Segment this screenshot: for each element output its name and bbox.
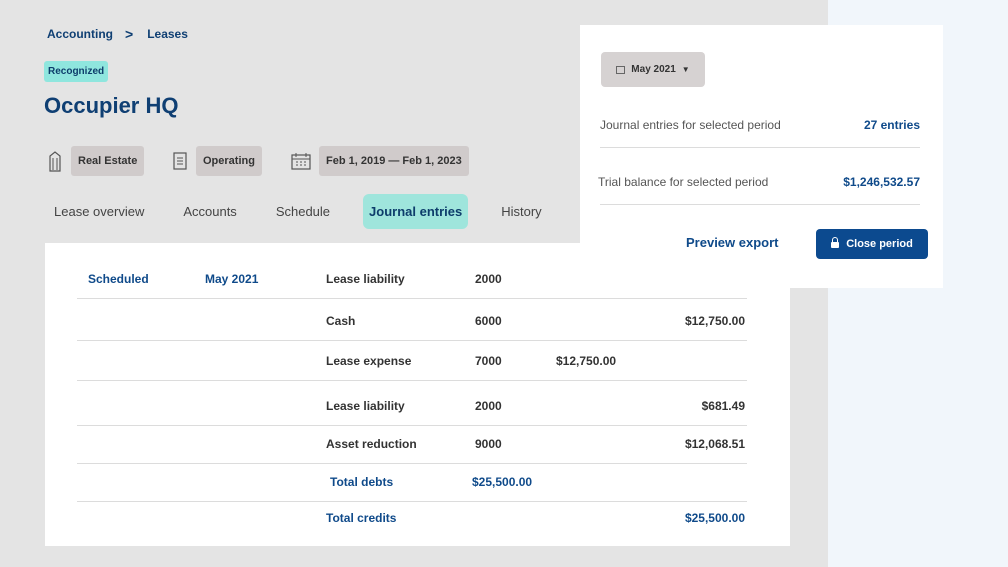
code-cell: 7000 bbox=[475, 354, 502, 368]
period-selector[interactable]: May 2021 ▼ bbox=[601, 52, 705, 87]
table-row[interactable]: Lease expense 7000 $12,750.00 bbox=[77, 342, 747, 381]
entries-label: Journal entries for selected period bbox=[600, 118, 781, 132]
meta-category: Real Estate bbox=[47, 146, 145, 176]
status-cell: Scheduled bbox=[88, 272, 149, 286]
table-row[interactable]: Lease liability 2000 $681.49 bbox=[77, 387, 747, 426]
tab-lease-overview[interactable]: Lease overview bbox=[48, 194, 150, 229]
preview-export-link[interactable]: Preview export bbox=[686, 235, 779, 250]
calendar-icon bbox=[291, 150, 311, 172]
debit-cell: $12,750.00 bbox=[556, 354, 617, 368]
type-pill: Operating bbox=[196, 146, 262, 176]
table-row[interactable]: Asset reduction 9000 $12,068.51 bbox=[77, 425, 747, 464]
total-debits-row: Total debts $25,500.00 bbox=[77, 463, 747, 502]
total-debits-label: Total debts bbox=[330, 475, 394, 489]
table-row[interactable]: Cash 6000 $12,750.00 bbox=[77, 302, 747, 341]
chevron-down-icon: ▼ bbox=[681, 65, 690, 74]
tab-journal-entries[interactable]: Journal entries bbox=[363, 193, 469, 229]
category-pill: Real Estate bbox=[71, 146, 145, 176]
period-selector-label: May 2021 bbox=[631, 64, 676, 75]
account-cell: Asset reduction bbox=[326, 437, 417, 451]
entries-value: 27 entries bbox=[863, 118, 920, 132]
code-cell: 6000 bbox=[475, 314, 502, 328]
trial-balance-row: Trial balance for selected period $1,246… bbox=[598, 161, 920, 205]
code-cell: 2000 bbox=[475, 399, 502, 413]
total-credits-value: $25,500.00 bbox=[684, 511, 745, 525]
tab-bar: Lease overview Accounts Schedule Journal… bbox=[48, 193, 575, 229]
lock-icon bbox=[831, 237, 840, 248]
account-cell: Lease liability bbox=[326, 399, 405, 413]
total-credits-label: Total credits bbox=[326, 511, 397, 525]
code-cell: 9000 bbox=[475, 437, 502, 451]
building-icon bbox=[47, 150, 63, 172]
breadcrumb: Accounting > Leases bbox=[47, 26, 188, 42]
close-period-button[interactable]: Close period bbox=[816, 229, 928, 259]
date-range-pill: Feb 1, 2019 — Feb 1, 2023 bbox=[319, 146, 469, 176]
account-cell: Cash bbox=[326, 314, 356, 328]
code-cell: 2000 bbox=[475, 272, 502, 286]
credit-cell: $12,750.00 bbox=[684, 314, 745, 328]
credit-cell: $681.49 bbox=[701, 399, 745, 413]
document-icon bbox=[172, 150, 188, 172]
breadcrumb-accounting[interactable]: Accounting bbox=[47, 27, 113, 41]
tab-schedule[interactable]: Schedule bbox=[270, 194, 336, 229]
meta-type: Operating bbox=[172, 146, 262, 176]
entries-summary-row: Journal entries for selected period 27 e… bbox=[600, 104, 920, 148]
page-title: Occupier HQ bbox=[44, 93, 179, 118]
meta-date: Feb 1, 2019 — Feb 1, 2023 bbox=[291, 146, 469, 176]
credit-cell: $12,068.51 bbox=[684, 437, 745, 451]
status-badge: Recognized bbox=[44, 61, 109, 82]
journal-entries-table: Scheduled May 2021 Lease liability 2000 … bbox=[45, 243, 790, 546]
tab-history[interactable]: History bbox=[495, 194, 547, 229]
trial-balance-value: $1,246,532.57 bbox=[843, 175, 920, 189]
breadcrumb-separator: > bbox=[125, 26, 134, 42]
total-debits-value: $25,500.00 bbox=[472, 475, 533, 489]
account-cell: Lease liability bbox=[326, 272, 405, 286]
trial-balance-label: Trial balance for selected period bbox=[598, 175, 769, 189]
close-period-label: Close period bbox=[846, 238, 913, 250]
breadcrumb-leases[interactable]: Leases bbox=[147, 27, 188, 41]
total-credits-row: Total credits $25,500.00 bbox=[77, 499, 747, 537]
calendar-icon bbox=[616, 65, 626, 74]
tab-accounts[interactable]: Accounts bbox=[177, 194, 242, 229]
period-summary-panel: May 2021 ▼ Journal entries for selected … bbox=[580, 25, 943, 288]
account-cell: Lease expense bbox=[326, 354, 412, 368]
period-cell: May 2021 bbox=[205, 272, 259, 286]
